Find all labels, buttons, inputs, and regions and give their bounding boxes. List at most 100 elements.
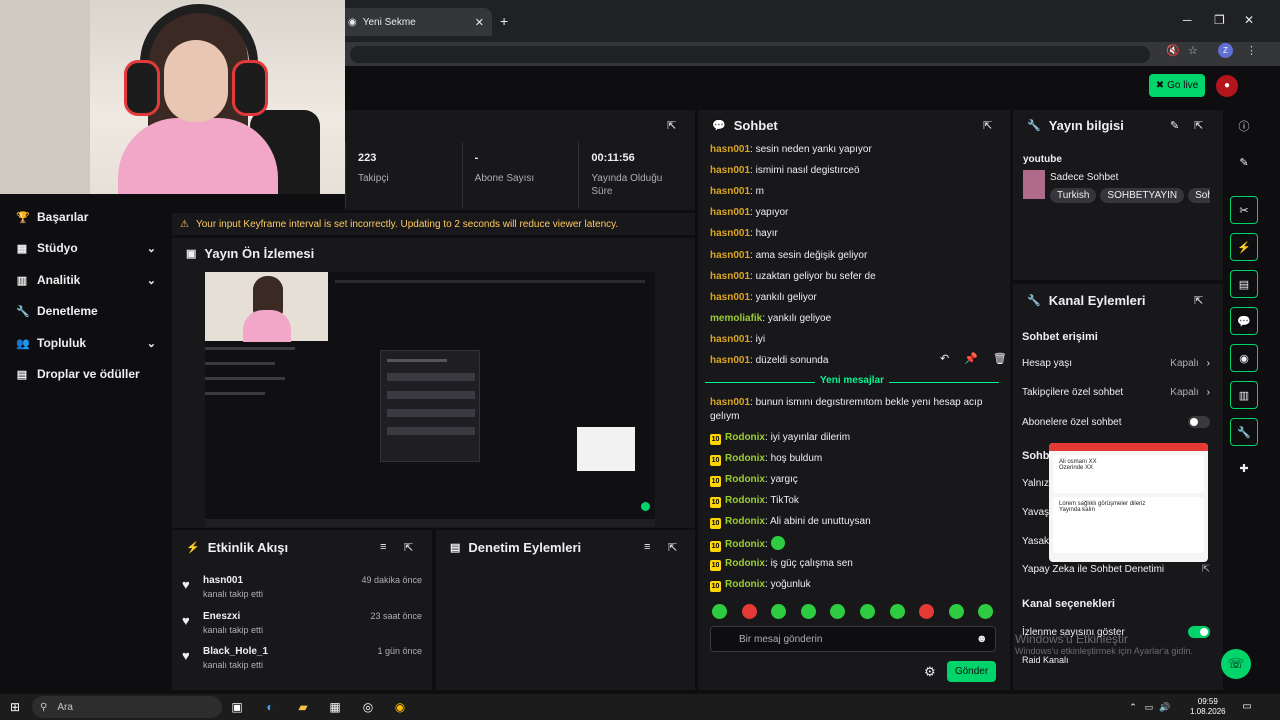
chat-message[interactable]: hasn001: sesin neden yankı yapıyor	[710, 143, 1000, 157]
emote-icon[interactable]	[889, 604, 905, 619]
go-live-button[interactable]: ✖ Go live	[1149, 74, 1205, 97]
pin-icon[interactable]: 📌	[964, 352, 978, 365]
feed-item[interactable]: ♥ Eneszxi kanalı takip etti 23 saat önce	[182, 611, 422, 641]
chat-username[interactable]: hasn001	[710, 228, 750, 239]
subscriber-badge[interactable]: 10	[710, 541, 721, 552]
browser-tab[interactable]: ◉ Yeni Sekme ✕	[340, 8, 492, 36]
subscriber-badge[interactable]: 10	[710, 518, 721, 529]
popout-icon[interactable]: ⇱	[1194, 119, 1203, 132]
edge-icon[interactable]: ◐	[261, 698, 279, 716]
volume-icon[interactable]: 🔊	[1156, 698, 1174, 716]
reply-icon[interactable]: ↶	[940, 352, 949, 365]
edit-pencil-icon[interactable]: ✎	[1230, 148, 1258, 176]
chat-message[interactable]: hasn001: bunun ismını degıstıremıtom bek…	[710, 396, 1000, 424]
gear-icon[interactable]: ⚙	[924, 664, 936, 680]
chat-input[interactable]: Bir mesaj gönderin	[710, 626, 996, 652]
emoji-icon[interactable]: ☻	[976, 633, 988, 645]
feed-item[interactable]: ♥ Black_Hole_1 kanalı takip etti 1 gün ö…	[182, 646, 422, 676]
bookmark-star-icon[interactable]: ☆	[1188, 44, 1198, 57]
task-view-icon[interactable]: ▣	[228, 698, 246, 716]
emote-icon[interactable]	[800, 604, 816, 619]
chat-username[interactable]: Rodonix	[725, 558, 765, 569]
delete-icon[interactable]: 🗑	[993, 352, 1007, 365]
chat-message[interactable]: 10 Rodonix: hoş buldum	[710, 452, 1000, 466]
chat-message[interactable]: hasn001: ismimi nasıl degistırceö	[710, 164, 1000, 178]
setting-subscribers-only[interactable]: Abonelere özel sohbet	[1022, 416, 1210, 428]
subscribers-only-toggle[interactable]	[1188, 416, 1210, 428]
feed-item[interactable]: ♥ hasn001 kanalı takip etti 49 dakika ön…	[182, 575, 422, 605]
chat-message[interactable]: 10 Rodonix: iş güç çalışma sen	[710, 557, 1000, 571]
chat-username[interactable]: hasn001	[710, 144, 750, 155]
subscriber-badge[interactable]: 10	[710, 497, 721, 508]
chat-username[interactable]: Rodonix	[725, 453, 765, 464]
file-explorer-icon[interactable]: ▰	[294, 698, 312, 716]
tag[interactable]: Sohbe	[1188, 188, 1210, 203]
chat-username[interactable]: Rodonix	[725, 432, 765, 443]
subscriber-badge[interactable]: 10	[710, 476, 721, 487]
chat-username[interactable]: hasn001	[710, 397, 750, 408]
wrench-icon[interactable]: 🔧	[1230, 418, 1258, 446]
subscriber-badge[interactable]: 10	[710, 560, 721, 571]
setting-followers-only[interactable]: Takipçilere özel sohbet Kapalı ›	[1022, 387, 1210, 398]
chat-username[interactable]: Rodonix	[725, 516, 765, 527]
chat-username[interactable]: Rodonix	[725, 539, 765, 550]
address-bar[interactable]	[350, 46, 1150, 63]
obs-icon[interactable]: ◎	[359, 698, 377, 716]
ai-moderation-link[interactable]: Yapay Zeka ile Sohbet Denetimi ⇱	[1022, 564, 1210, 575]
tag[interactable]: Turkish	[1050, 188, 1097, 203]
sidebar-item-moderation[interactable]: 🔧 Denetleme	[16, 304, 156, 318]
chat-bubble-icon[interactable]: 💬	[1230, 307, 1258, 335]
chat-username[interactable]: hasn001	[710, 165, 750, 176]
chat-username[interactable]: Rodonix	[725, 474, 765, 485]
emote-icon[interactable]	[741, 604, 757, 619]
emote-icon[interactable]	[948, 604, 964, 619]
clip-icon[interactable]: ✂	[1230, 196, 1258, 224]
chat-username[interactable]: hasn001	[710, 186, 750, 197]
chat-message[interactable]: memoliafik: yankılı geliyoe	[710, 312, 1000, 326]
setting-label[interactable]: Yasakl	[1022, 536, 1051, 547]
chat-message[interactable]: hasn001: uzaktan geliyor bu sefer de	[710, 270, 1000, 284]
chat-username[interactable]: hasn001	[710, 334, 750, 345]
popout-icon[interactable]: ⇱	[667, 119, 676, 132]
maximize-icon[interactable]: ❐	[1214, 13, 1225, 27]
chat-message[interactable]: hasn001: yankılı geliyor	[710, 291, 1000, 305]
minimize-icon[interactable]: ─	[1183, 13, 1192, 27]
chat-username[interactable]: hasn001	[710, 250, 750, 261]
server-icon[interactable]: ▥	[1230, 381, 1258, 409]
filter-icon[interactable]: ≡	[644, 541, 650, 553]
new-tab-button[interactable]: +	[500, 13, 508, 29]
mute-icon[interactable]: 🔇	[1166, 44, 1180, 57]
user-avatar[interactable]: ●	[1216, 75, 1238, 97]
broadcast-icon[interactable]: ◉	[1230, 344, 1258, 372]
popout-icon[interactable]: ⇱	[983, 119, 992, 132]
emote-icon[interactable]	[860, 604, 875, 619]
subscriber-badge[interactable]: 10	[710, 455, 721, 466]
popout-icon[interactable]: ⇱	[1194, 294, 1203, 307]
setting-label[interactable]: Yalnız	[1022, 478, 1049, 489]
chat-message[interactable]: hasn001: iyi	[710, 333, 1000, 347]
taskbar-search[interactable]: ⚲ Ara	[32, 696, 222, 718]
subscriber-badge[interactable]: 10	[710, 434, 721, 445]
sidebar-item-studio[interactable]: ▦ Stüdyo ⌄	[16, 241, 156, 255]
chat-username[interactable]: hasn001	[710, 355, 750, 366]
close-tab-icon[interactable]: ✕	[475, 16, 484, 29]
popout-icon[interactable]: ⇱	[404, 541, 413, 554]
help-button[interactable]: ☏	[1221, 649, 1251, 679]
add-widget-icon[interactable]: ✚	[1230, 454, 1258, 482]
bolt-icon[interactable]: ⚡	[1230, 233, 1258, 261]
system-clock[interactable]: 09:59 1.08.2026	[1190, 697, 1226, 717]
chat-username[interactable]: hasn001	[710, 207, 750, 218]
setting-label[interactable]: Yavaş	[1022, 507, 1049, 518]
windows-start-icon[interactable]: ⊞	[6, 698, 24, 716]
subscriber-badge[interactable]: 10	[710, 581, 721, 592]
sidebar-item-drops[interactable]: ▤ Droplar ve ödüller	[16, 367, 156, 381]
profile-avatar[interactable]: Z	[1218, 43, 1233, 58]
notification-icon[interactable]: ▭	[1238, 698, 1256, 716]
chat-message[interactable]: hasn001: ama sesin değişik geliyor	[710, 249, 1000, 263]
chat-username[interactable]: Rodonix	[725, 495, 765, 506]
sidebar-item-achievements[interactable]: 🏆 Başarılar	[16, 210, 156, 224]
send-button[interactable]: Gönder	[947, 661, 996, 682]
chrome-icon[interactable]: ◉	[391, 698, 409, 716]
chat-message[interactable]: 10 Rodonix: yargıç	[710, 473, 1000, 487]
chat-message[interactable]: 10 Rodonix: TikTok	[710, 494, 1000, 508]
